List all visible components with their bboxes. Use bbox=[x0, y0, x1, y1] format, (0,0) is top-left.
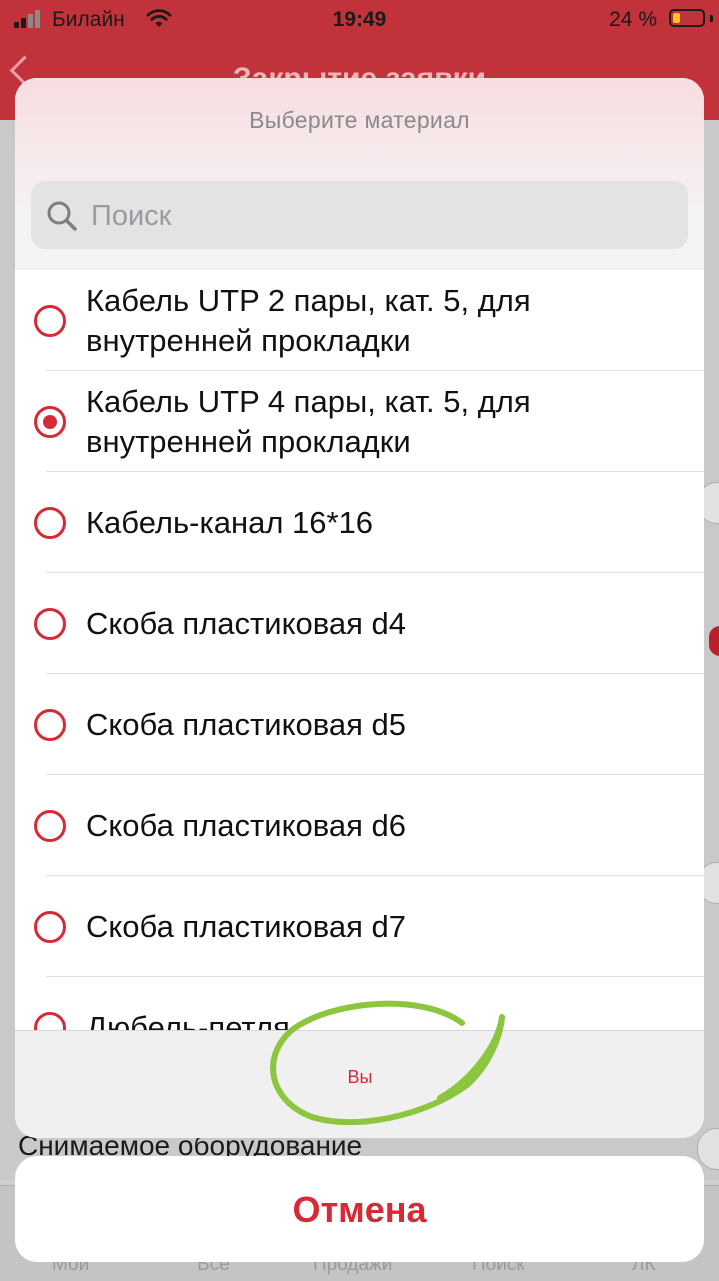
radio-unchecked-icon[interactable] bbox=[34, 507, 66, 539]
list-item[interactable]: Кабель-канал 16*16 bbox=[15, 472, 704, 573]
list-item[interactable]: Кабель UTP 2 пары, кат. 5, для внутренне… bbox=[15, 270, 704, 371]
battery-percent: 24 % bbox=[609, 8, 657, 31]
search-input[interactable] bbox=[89, 181, 673, 251]
sheet-footer: Вы bbox=[15, 1030, 704, 1138]
battery-icon bbox=[669, 9, 705, 27]
list-item-label: Кабель UTP 4 пары, кат. 5, для внутренне… bbox=[86, 383, 531, 459]
search-icon bbox=[47, 201, 77, 231]
list-item[interactable]: Кабель UTP 4 пары, кат. 5, для внутренне… bbox=[15, 371, 704, 472]
list-item-label: Скоба пластиковая d6 bbox=[86, 807, 406, 843]
radio-unchecked-icon[interactable] bbox=[34, 305, 66, 337]
radio-unchecked-icon[interactable] bbox=[34, 1012, 66, 1030]
list-item[interactable]: Скоба пластиковая d5 bbox=[15, 674, 704, 775]
list-item-label: Кабель UTP 2 пары, кат. 5, для внутренне… bbox=[86, 282, 531, 358]
toggle-switch-on[interactable] bbox=[709, 626, 719, 656]
list-item[interactable]: Скоба пластиковая d7 bbox=[15, 876, 704, 977]
list-item-label: Скоба пластиковая d4 bbox=[86, 605, 406, 641]
battery-tip bbox=[710, 15, 713, 22]
status-bar: Билайн 19:49 24 % bbox=[0, 0, 719, 40]
radio-unchecked-icon[interactable] bbox=[34, 810, 66, 842]
cancel-button[interactable]: Отмена bbox=[15, 1156, 704, 1262]
radio-unchecked-icon[interactable] bbox=[34, 709, 66, 741]
radio-unchecked-icon[interactable] bbox=[34, 608, 66, 640]
list-item-label: Кабель-канал 16*16 bbox=[86, 504, 374, 540]
material-list: Кабель UTP 2 пары, кат. 5, для внутренне… bbox=[15, 270, 704, 1030]
list-item[interactable]: Дюбель-петля bbox=[15, 977, 704, 1030]
radio-checked-icon[interactable] bbox=[34, 406, 66, 438]
search-bar[interactable] bbox=[31, 181, 688, 251]
list-item[interactable]: Скоба пластиковая d4 bbox=[15, 573, 704, 674]
material-picker-sheet: Выберите материал Кабель UTP 2 пары, кат… bbox=[15, 78, 704, 1138]
sheet-header: Выберите материал bbox=[15, 78, 704, 270]
radio-unchecked-icon[interactable] bbox=[34, 911, 66, 943]
list-item-label: Дюбель-петля bbox=[86, 1009, 290, 1031]
select-button[interactable]: Вы bbox=[315, 1063, 405, 1091]
list-item-label: Скоба пластиковая d5 bbox=[86, 706, 406, 742]
list-item[interactable]: Скоба пластиковая d6 bbox=[15, 775, 704, 876]
sheet-title: Выберите материал bbox=[249, 107, 470, 133]
list-item-label: Скоба пластиковая d7 bbox=[86, 908, 406, 944]
cancel-label: Отмена bbox=[292, 1189, 427, 1230]
